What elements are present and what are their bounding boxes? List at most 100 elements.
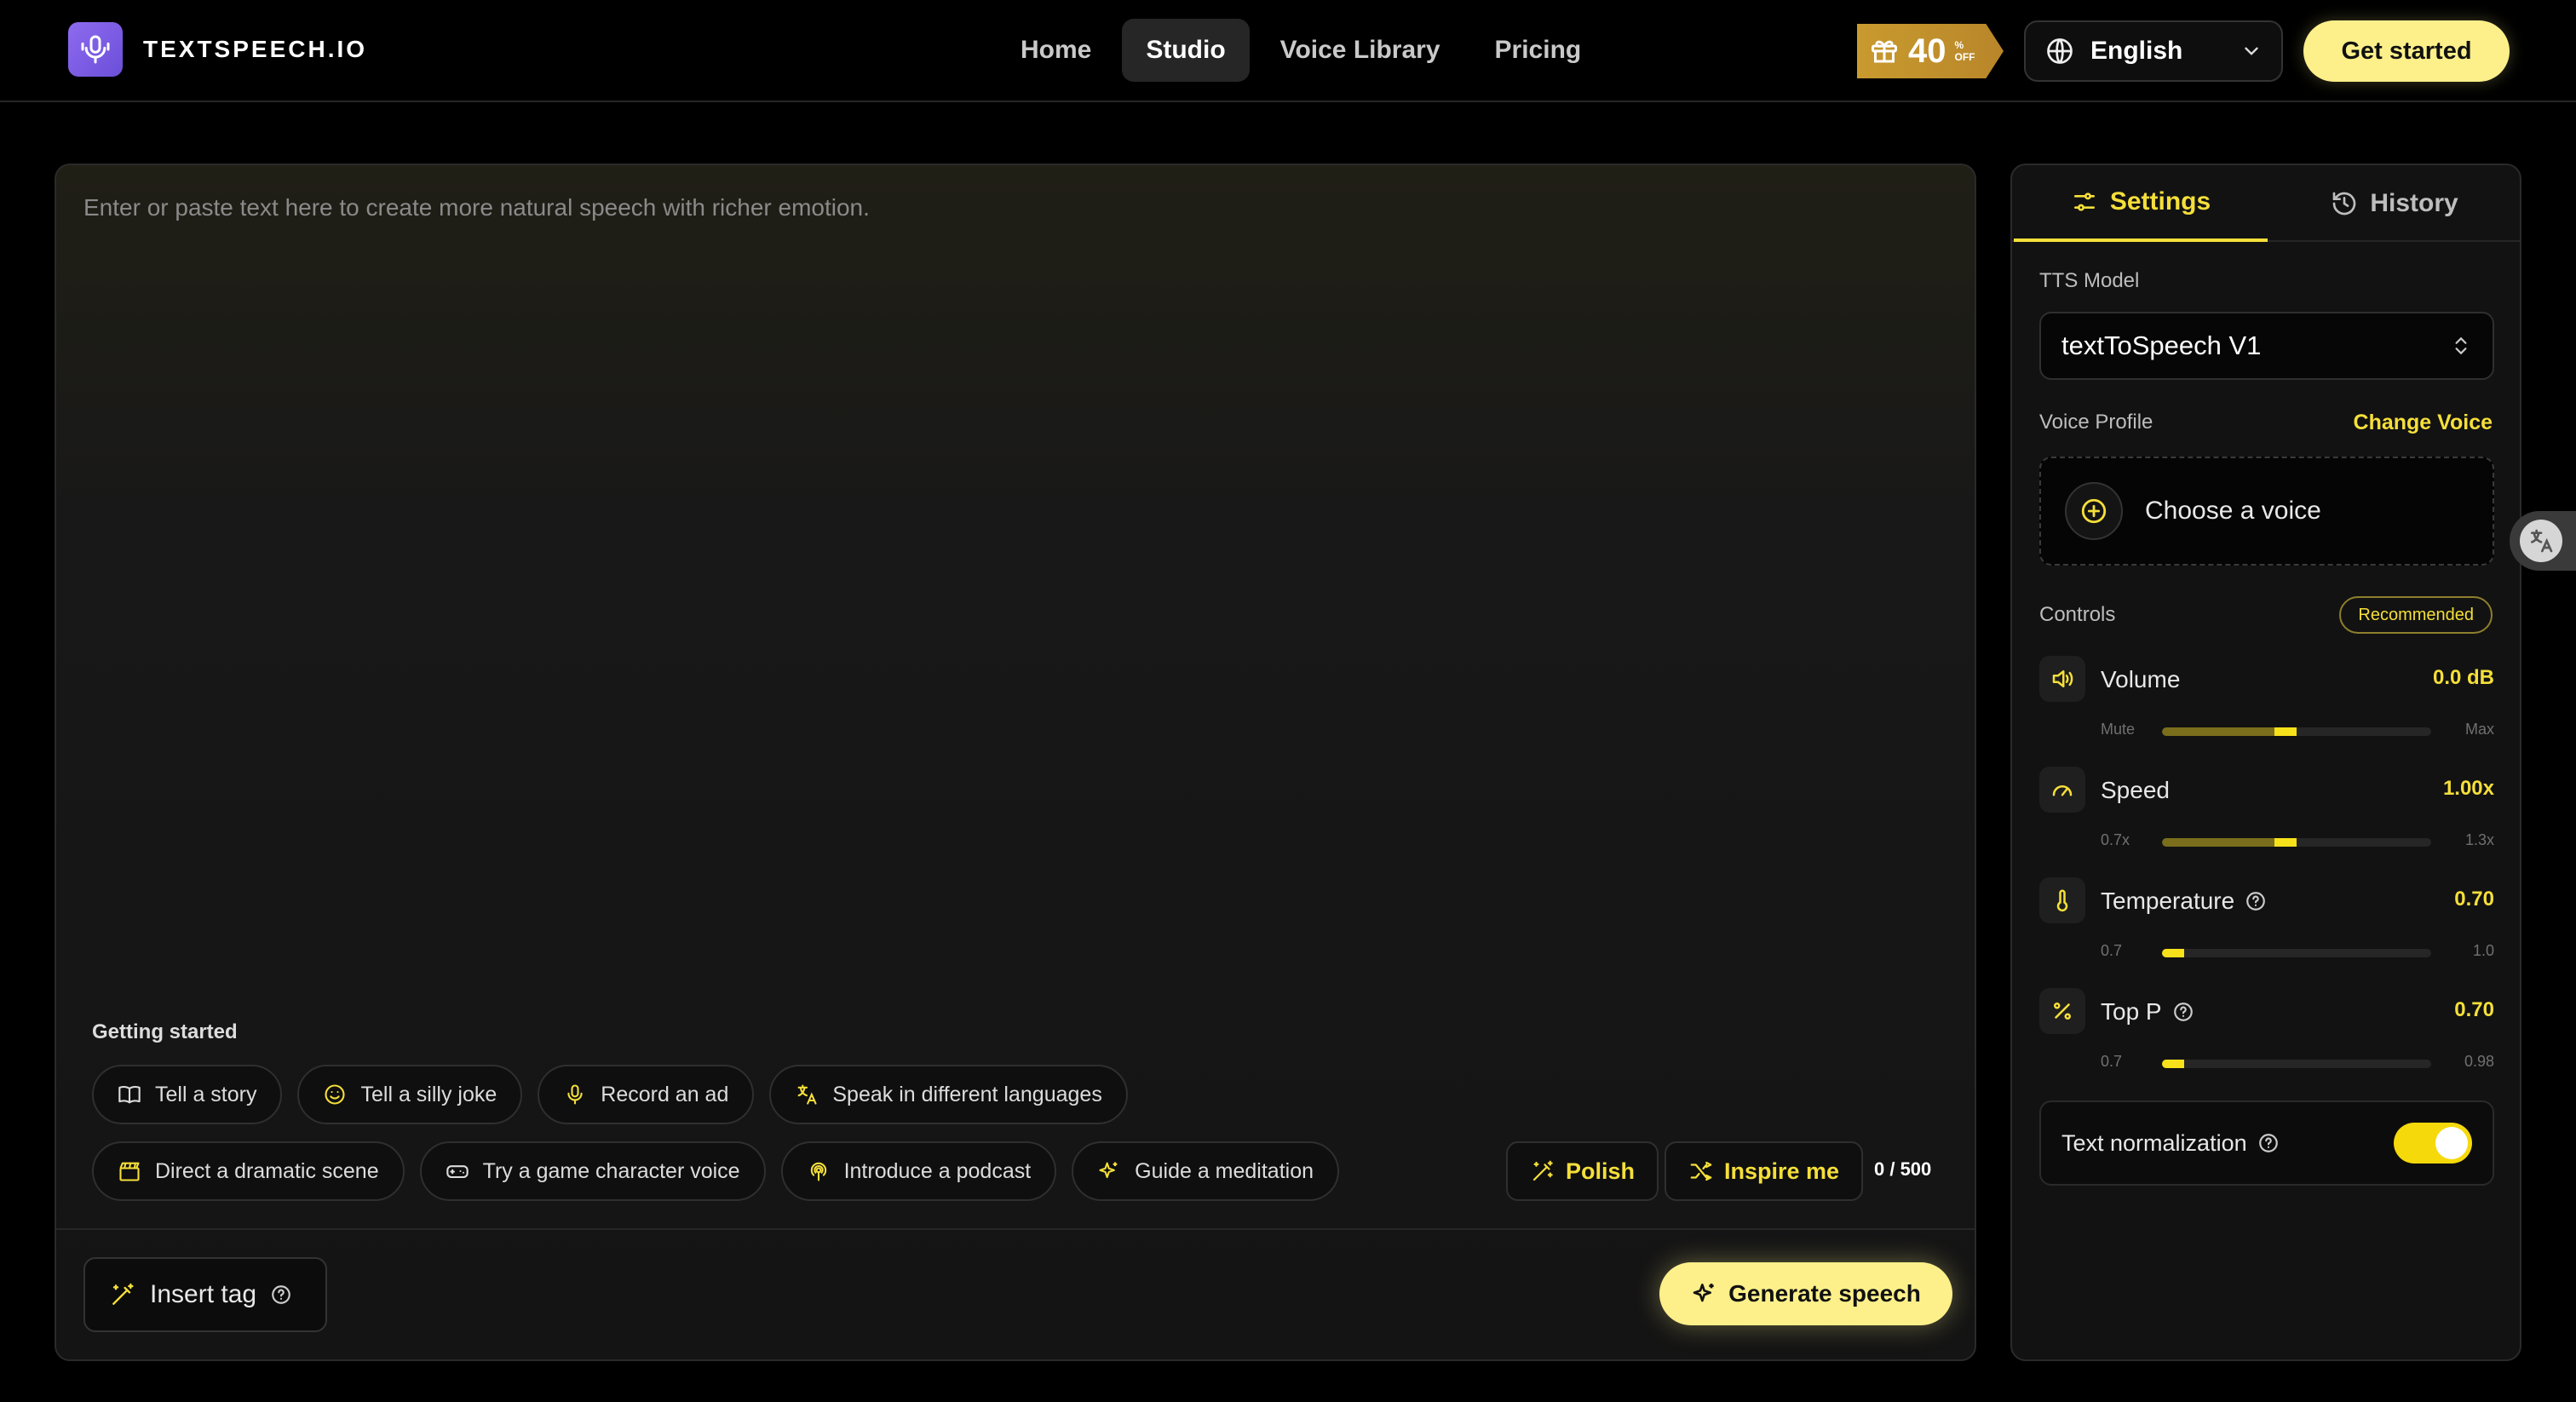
- tab-history[interactable]: History: [2268, 165, 2520, 242]
- volume-slider[interactable]: [2162, 727, 2431, 736]
- slider-thumb[interactable]: [2274, 838, 2297, 847]
- insert-tag-button[interactable]: Insert tag: [83, 1257, 327, 1332]
- mic-icon: [563, 1083, 587, 1106]
- chip-tell-a-silly-joke[interactable]: Tell a silly joke: [297, 1065, 523, 1124]
- controls-label: Controls: [2039, 603, 2116, 626]
- chip-introduce-a-podcast[interactable]: Introduce a podcast: [780, 1141, 1057, 1201]
- choose-voice-button[interactable]: Choose a voice: [2039, 457, 2494, 566]
- slider-thumb[interactable]: [2162, 949, 2184, 957]
- chip-label: Tell a story: [155, 1082, 257, 1106]
- editor-divider: [56, 1228, 1975, 1230]
- volume-control: Volume 0.0 dB Mute Max: [2039, 656, 2494, 750]
- chip-guide-a-meditation[interactable]: Guide a meditation: [1072, 1141, 1340, 1201]
- get-started-button[interactable]: Get started: [2303, 20, 2510, 82]
- top-p-max: 0.98: [2464, 1053, 2494, 1070]
- temperature-label: Temperature: [2101, 888, 2235, 914]
- microphone-logo-icon: [68, 22, 123, 77]
- tts-model-value: textToSpeech V1: [2061, 330, 2262, 360]
- translate-icon: [795, 1083, 819, 1106]
- help-icon[interactable]: [2245, 890, 2267, 912]
- top-p-control: Top P 0.70 0.7 0.98: [2039, 988, 2494, 1082]
- podcast-icon: [807, 1159, 831, 1183]
- help-icon[interactable]: [270, 1284, 292, 1306]
- chip-label: Guide a meditation: [1135, 1158, 1314, 1183]
- panel-tabs: Settings History: [2012, 165, 2520, 242]
- text-input[interactable]: Enter or paste text here to create more …: [83, 194, 870, 221]
- magic-wand-icon: [1530, 1158, 1555, 1184]
- polish-button[interactable]: Polish: [1506, 1141, 1659, 1201]
- logo[interactable]: TEXTSPEECH.IO: [68, 22, 367, 77]
- top-header: TEXTSPEECH.IO Home Studio Voice Library …: [0, 0, 2576, 102]
- chip-label: Try a game character voice: [482, 1158, 740, 1183]
- chip-speak-in-different-languages[interactable]: Speak in different languages: [769, 1065, 1128, 1124]
- speed-value: 1.00x: [2442, 777, 2494, 800]
- temperature-control: Temperature 0.70 0.7 1.0: [2039, 877, 2494, 971]
- speed-control: Speed 1.00x 0.7x 1.3x: [2039, 767, 2494, 860]
- volume-label: Volume: [2101, 666, 2181, 692]
- chip-label: Introduce a podcast: [843, 1158, 1032, 1183]
- getting-started-title: Getting started: [92, 1020, 238, 1043]
- tts-model-label: TTS Model: [2039, 269, 2140, 292]
- top-p-min: 0.7: [2101, 1053, 2123, 1070]
- slider-thumb[interactable]: [2274, 727, 2297, 736]
- tab-settings-label: Settings: [2109, 187, 2211, 215]
- shuffle-icon: [1688, 1158, 1714, 1184]
- chevron-up-down-icon: [2450, 335, 2472, 357]
- discount-badge[interactable]: 40 % OFF: [1857, 24, 2004, 78]
- generate-speech-button[interactable]: Generate speech: [1659, 1262, 1952, 1325]
- nav-home[interactable]: Home: [997, 19, 1115, 82]
- volume-icon: [2039, 656, 2085, 702]
- gauge-icon: [2039, 767, 2085, 813]
- add-circle-icon: [2065, 482, 2123, 540]
- chip-tell-a-story[interactable]: Tell a story: [92, 1065, 283, 1124]
- history-icon: [2331, 190, 2358, 217]
- chip-record-an-ad[interactable]: Record an ad: [538, 1065, 755, 1124]
- text-normalization-toggle[interactable]: [2394, 1123, 2472, 1164]
- nav-voice-library[interactable]: Voice Library: [1256, 19, 1464, 82]
- percent-icon: [2039, 988, 2085, 1034]
- text-normalization-label: Text normalization: [2061, 1129, 2247, 1156]
- gift-icon: [1869, 36, 1900, 66]
- top-p-slider[interactable]: [2162, 1060, 2431, 1068]
- recommended-button[interactable]: Recommended: [2339, 596, 2493, 634]
- slider-fill: [2162, 838, 2274, 847]
- tab-settings[interactable]: Settings: [2014, 165, 2268, 242]
- volume-min: Mute: [2101, 721, 2136, 738]
- logo-text: TEXTSPEECH.IO: [143, 36, 368, 62]
- temperature-max: 1.0: [2472, 942, 2494, 959]
- temperature-min: 0.7: [2101, 942, 2123, 959]
- nav-pricing[interactable]: Pricing: [1471, 19, 1606, 82]
- nav-studio[interactable]: Studio: [1122, 19, 1250, 82]
- help-icon[interactable]: [2172, 1001, 2194, 1023]
- help-icon[interactable]: [2257, 1132, 2280, 1154]
- slider-fill: [2162, 727, 2274, 736]
- slider-thumb[interactable]: [2162, 1060, 2184, 1068]
- sparkles-icon: [1691, 1280, 1718, 1307]
- globe-icon: [2044, 36, 2075, 66]
- language-select[interactable]: English: [2024, 20, 2283, 82]
- sliders-icon: [2071, 188, 2098, 215]
- tab-history-label: History: [2370, 189, 2458, 217]
- translate-widget[interactable]: [2510, 511, 2576, 571]
- speed-slider[interactable]: [2162, 838, 2431, 847]
- top-p-label: Top P: [2101, 998, 2162, 1025]
- voice-profile-label: Voice Profile: [2039, 411, 2153, 434]
- magic-wand-icon: [109, 1281, 136, 1308]
- discount-number: 40: [1908, 32, 1946, 70]
- speed-label: Speed: [2101, 777, 2170, 803]
- tts-model-select[interactable]: textToSpeech V1: [2039, 312, 2494, 380]
- temperature-slider[interactable]: [2162, 949, 2431, 957]
- smile-icon: [323, 1083, 347, 1106]
- thermometer-icon: [2039, 877, 2085, 923]
- clapperboard-icon: [118, 1159, 141, 1183]
- inspire-label: Inspire me: [1724, 1158, 1840, 1184]
- discount-percent: %: [1954, 39, 1964, 51]
- volume-max: Max: [2464, 721, 2494, 738]
- inspire-me-button[interactable]: Inspire me: [1665, 1141, 1864, 1201]
- chevron-down-icon: [2240, 40, 2263, 62]
- chip-try-a-game-character-voice[interactable]: Try a game character voice: [419, 1141, 766, 1201]
- chip-direct-a-dramatic-scene[interactable]: Direct a dramatic scene: [92, 1141, 405, 1201]
- change-voice-link[interactable]: Change Voice: [2354, 411, 2493, 435]
- chip-label: Record an ad: [601, 1082, 729, 1106]
- insert-tag-label: Insert tag: [150, 1280, 257, 1308]
